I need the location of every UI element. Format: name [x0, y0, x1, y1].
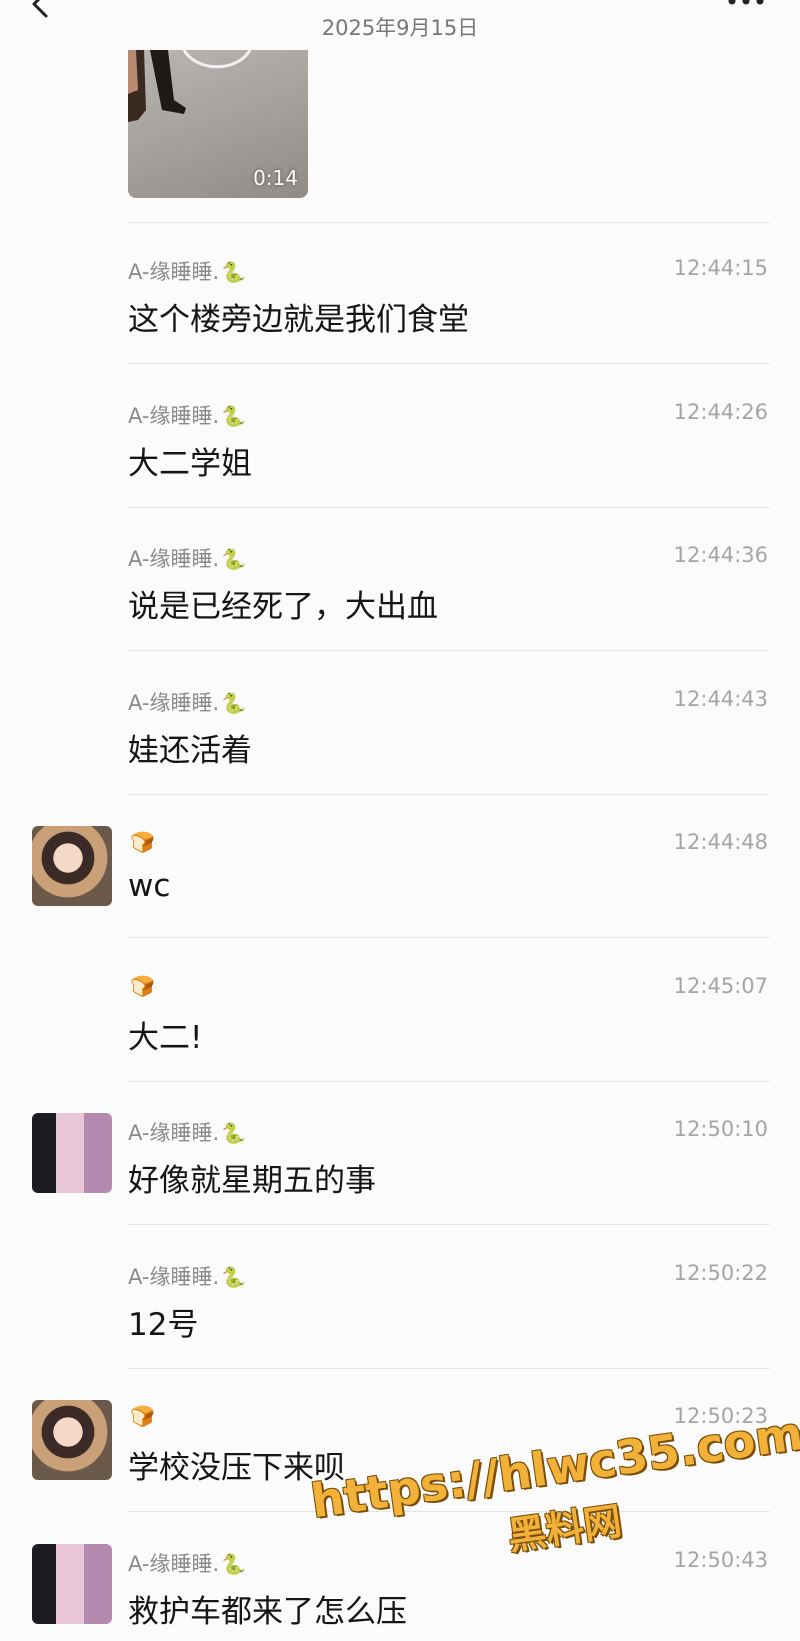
sender-name: A-缘睡睡. — [128, 1265, 220, 1289]
sender-name: A-缘睡睡. — [128, 1552, 220, 1576]
message-sender: 🍞 — [128, 830, 155, 854]
message-sender: A-缘睡睡. 🐍 — [128, 1261, 246, 1291]
message-text: 学校没压下来呗 — [128, 1450, 345, 1486]
sender-name: A-缘睡睡. — [128, 260, 220, 284]
message-text: 好像就星期五的事 — [128, 1163, 376, 1199]
sender-emoji: 🐍 — [221, 260, 247, 284]
message-divider — [128, 937, 770, 938]
message-time: 12:44:48 — [673, 830, 768, 854]
message-sender: 🍞 — [128, 974, 155, 998]
message-divider — [128, 1511, 770, 1512]
message-time: 12:50:22 — [673, 1261, 768, 1285]
message-time: 12:44:15 — [673, 256, 768, 280]
message-text: 娃还活着 — [128, 733, 252, 769]
anime-avatar[interactable] — [32, 1113, 112, 1193]
girl-avatar[interactable] — [32, 826, 112, 906]
sender-name: A-缘睡睡. — [128, 547, 220, 571]
sender-emoji: 🐍 — [221, 691, 247, 715]
watermark-name: 黑料网 — [505, 1498, 625, 1559]
message-sender: A-缘睡睡. 🐍 — [128, 687, 246, 717]
sender-emoji: 🐍 — [221, 404, 247, 428]
message-time: 12:50:23 — [673, 1404, 768, 1428]
message-text: 大二! — [128, 1020, 203, 1056]
sender-emoji: 🐍 — [221, 1265, 247, 1289]
sender-emoji: 🐍 — [221, 547, 247, 571]
message-text: 12号 — [128, 1307, 199, 1343]
girl-avatar[interactable] — [32, 1400, 112, 1480]
message-divider — [128, 507, 770, 508]
sender-name: A-缘睡睡. — [128, 404, 220, 428]
message-text: 说是已经死了，大出血 — [128, 589, 438, 625]
message-sender: A-缘睡睡. 🐍 — [128, 1548, 246, 1578]
sender-emoji: 🐍 — [221, 1552, 247, 1576]
message-text: wc — [128, 868, 171, 904]
message-time: 12:44:36 — [673, 543, 768, 567]
message-time: 12:44:43 — [673, 687, 768, 711]
message-divider — [128, 794, 770, 795]
more-dots-icon[interactable] — [726, 0, 766, 8]
message-sender: A-缘睡睡. 🐍 — [128, 256, 246, 286]
sender-emoji: 🍞 — [130, 1404, 155, 1428]
message-divider — [128, 1081, 770, 1082]
video-thumbnail[interactable]: 0:14 — [128, 50, 308, 198]
message-sender: A-缘睡睡. 🐍 — [128, 1117, 246, 1147]
anime-avatar[interactable] — [32, 1544, 112, 1624]
message-time: 12:50:10 — [673, 1117, 768, 1141]
message-sender: A-缘睡睡. 🐍 — [128, 400, 246, 430]
sender-emoji: 🐍 — [221, 1121, 247, 1145]
message-divider — [128, 363, 770, 364]
sender-name: A-缘睡睡. — [128, 691, 220, 715]
message-sender: A-缘睡睡. 🐍 — [128, 543, 246, 573]
message-divider — [128, 1224, 770, 1225]
sender-name: A-缘睡睡. — [128, 1121, 220, 1145]
message-divider — [128, 650, 770, 651]
message-time: 12:44:26 — [673, 400, 768, 424]
video-duration: 0:14 — [253, 166, 298, 190]
message-divider — [128, 222, 770, 223]
message-time: 12:45:07 — [673, 974, 768, 998]
sender-emoji: 🍞 — [130, 974, 155, 998]
message-divider — [128, 1368, 770, 1369]
message-text: 这个楼旁边就是我们食堂 — [128, 302, 469, 338]
chat-date: 2025年9月15日 — [321, 16, 479, 40]
message-text: 大二学姐 — [128, 446, 252, 482]
sender-emoji: 🍞 — [130, 830, 155, 854]
top-bar: 2025年9月15日 — [0, 0, 800, 48]
message-sender: 🍞 — [128, 1404, 155, 1428]
page-title — [195, 0, 605, 4]
message-time: 12:50:43 — [673, 1548, 768, 1572]
message-text: 救护车都来了怎么压 — [128, 1594, 407, 1630]
